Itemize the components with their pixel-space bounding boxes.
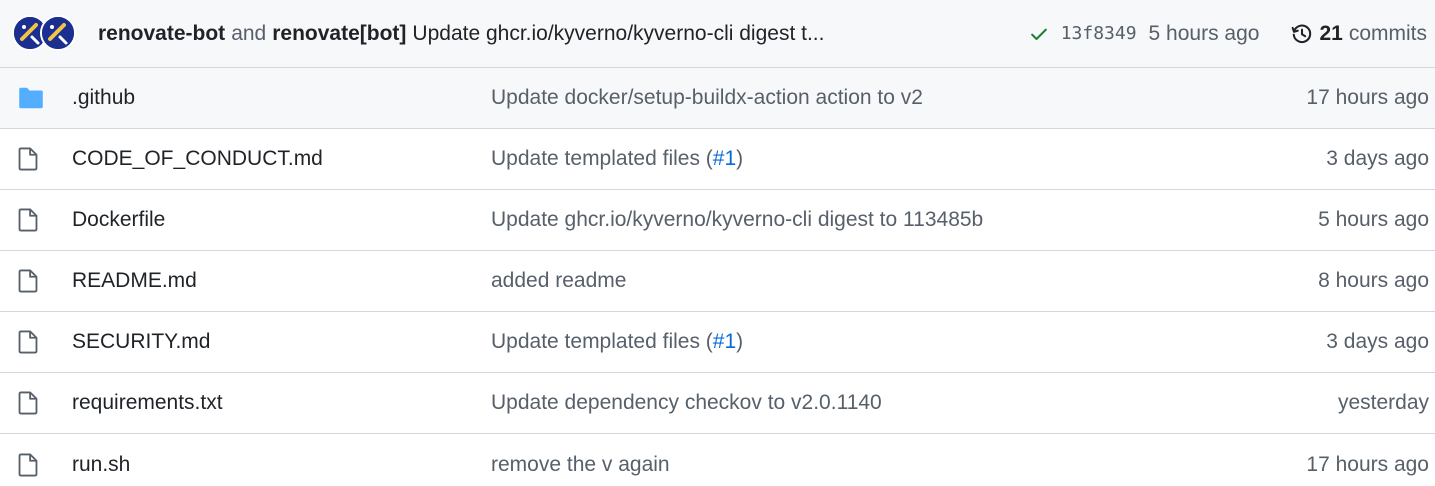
file-commit-message[interactable]: Update ghcr.io/kyverno/kyverno-cli diges… [491,208,1318,232]
file-commit-message[interactable]: Update templated files (#1) [491,330,1326,354]
file-row[interactable]: requirements.txt Update dependency check… [0,373,1435,434]
file-row[interactable]: CODE_OF_CONDUCT.md Update templated file… [0,129,1435,190]
history-icon [1291,23,1313,45]
author-link-renovate-bot[interactable]: renovate-bot [98,22,225,46]
commits-history-link[interactable]: 21 commits [1291,22,1427,46]
file-name-link[interactable]: requirements.txt [72,391,491,415]
file-name-link[interactable]: Dockerfile [72,208,491,232]
file-row[interactable]: README.md added readme 8 hours ago [0,251,1435,312]
author-link-renovate-bot-app[interactable]: renovate[bot] [272,22,406,46]
file-commit-message[interactable]: added readme [491,269,1318,293]
file-commit-message[interactable]: Update dependency checkov to v2.0.1140 [491,391,1338,415]
file-name-link[interactable]: SECURITY.md [72,330,491,354]
repo-file-browser: renovate-bot and renovate[bot] Update gh… [0,0,1435,486]
file-icon [0,269,72,293]
file-age: 3 days ago [1326,147,1429,170]
commit-count: 21 [1319,21,1343,45]
folder-icon [0,87,72,109]
file-name-link[interactable]: README.md [72,269,491,293]
author-avatars [12,14,78,53]
file-icon [0,391,72,415]
file-row[interactable]: .github Update docker/setup-buildx-actio… [0,68,1435,129]
file-icon [0,452,72,477]
file-icon [0,330,72,354]
file-age: 17 hours ago [1306,452,1429,476]
commit-summary: renovate-bot and renovate[bot] Update gh… [98,22,999,46]
file-name-link[interactable]: .github [72,86,491,110]
pr-link[interactable]: #1 [713,330,736,353]
commits-label: commits [1348,21,1427,45]
file-row[interactable]: SECURITY.md Update templated files (#1) … [0,312,1435,373]
pr-link[interactable]: #1 [713,147,736,170]
file-commit-message[interactable]: Update docker/setup-buildx-action action… [491,86,1306,110]
author-joiner: and [231,21,267,45]
file-age: 17 hours ago [1306,86,1429,109]
file-icon [0,208,72,232]
commit-message-link[interactable]: Update ghcr.io/kyverno/kyverno-cli diges… [412,22,824,46]
file-age: 3 days ago [1326,330,1429,353]
file-name-link[interactable]: run.sh [72,453,491,477]
file-commit-message[interactable]: remove the v again [491,453,1306,477]
commit-meta: 13f8349 5 hours ago 21 commits [999,22,1427,46]
avatar[interactable] [40,14,76,51]
commit-time: 5 hours ago [1148,21,1260,45]
file-icon [0,147,72,171]
file-row[interactable]: run.sh remove the v again 17 hours ago [0,434,1435,486]
file-age: yesterday [1337,391,1429,414]
file-list: .github Update docker/setup-buildx-actio… [0,68,1435,486]
file-name-link[interactable]: CODE_OF_CONDUCT.md [72,147,491,171]
file-row[interactable]: Dockerfile Update ghcr.io/kyverno/kyvern… [0,190,1435,251]
file-age: 8 hours ago [1318,269,1429,292]
check-icon[interactable] [1029,24,1049,44]
file-commit-message[interactable]: Update templated files (#1) [491,147,1326,171]
latest-commit-bar: renovate-bot and renovate[bot] Update gh… [0,0,1435,68]
commit-sha-link[interactable]: 13f8349 [1061,23,1137,44]
file-age: 5 hours ago [1318,208,1429,231]
